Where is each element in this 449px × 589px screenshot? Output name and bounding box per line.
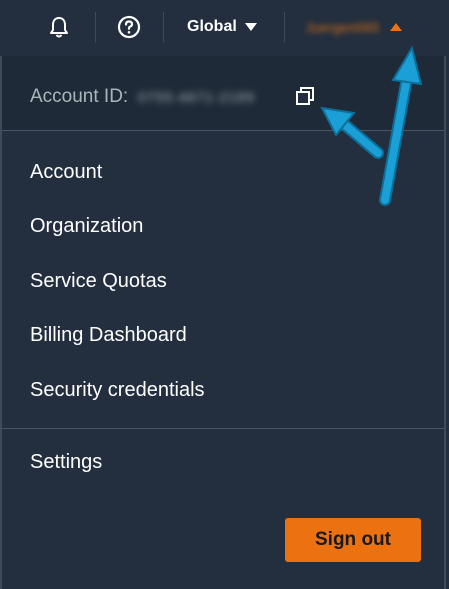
menu-item-account[interactable]: Account bbox=[30, 161, 102, 184]
menu-divider bbox=[2, 428, 444, 429]
region-label: Global bbox=[187, 18, 237, 35]
help-icon[interactable] bbox=[117, 15, 141, 39]
aws-account-menu-screenshot: Global Juergen065 Account ID: 0755-4671-… bbox=[0, 0, 449, 589]
user-name: Juergen065 bbox=[306, 19, 380, 35]
menu-item-billing-dashboard[interactable]: Billing Dashboard bbox=[30, 324, 187, 347]
sign-out-button[interactable]: Sign out bbox=[285, 518, 421, 562]
menu-item-organization[interactable]: Organization bbox=[30, 215, 143, 238]
account-id-label: Account ID: bbox=[30, 86, 129, 107]
menu-item-service-quotas[interactable]: Service Quotas bbox=[30, 270, 167, 293]
topbar-separator bbox=[163, 12, 164, 42]
menu-divider bbox=[2, 130, 444, 131]
account-id-row: Account ID: 0755-4671-2189 bbox=[2, 56, 444, 130]
copy-icon[interactable] bbox=[293, 84, 317, 108]
menu-item-security-credentials[interactable]: Security credentials bbox=[30, 379, 205, 402]
top-navigation-bar: Global Juergen065 bbox=[0, 0, 449, 54]
region-selector-button[interactable]: Global bbox=[187, 16, 257, 38]
topbar-separator bbox=[284, 12, 285, 42]
caret-up-icon bbox=[389, 23, 402, 31]
menu-item-settings[interactable]: Settings bbox=[30, 451, 102, 474]
account-dropdown-panel: Account ID: 0755-4671-2189 Account Organ… bbox=[0, 56, 446, 589]
account-id-value: 0755-4671-2189 bbox=[138, 89, 255, 105]
bell-icon[interactable] bbox=[47, 15, 71, 39]
topbar-separator bbox=[95, 12, 96, 42]
account-menu-button[interactable]: Juergen065 bbox=[306, 16, 402, 38]
caret-down-icon bbox=[244, 23, 257, 31]
